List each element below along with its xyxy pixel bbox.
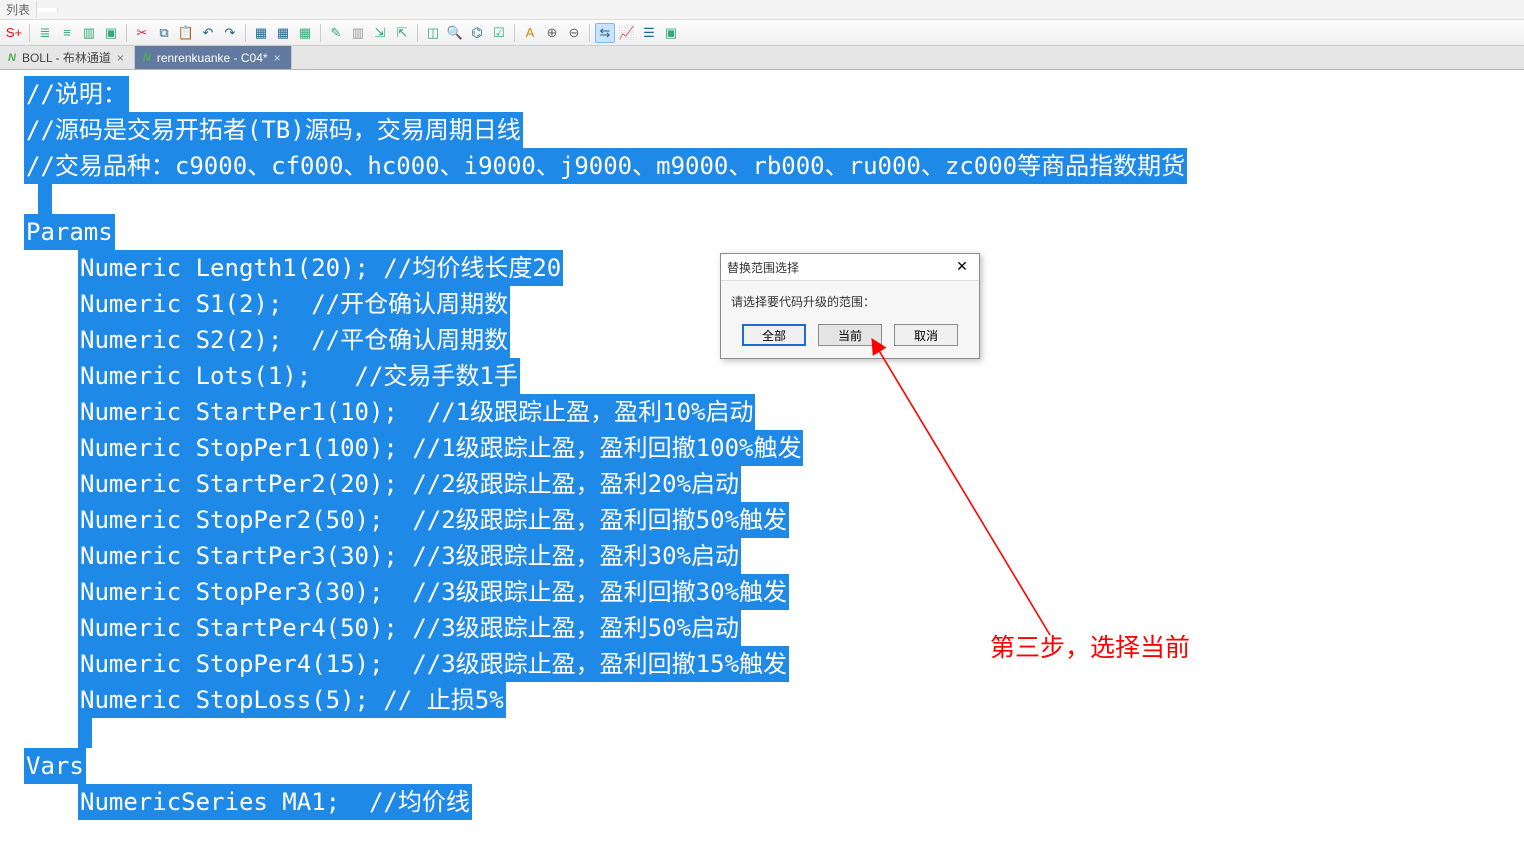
document-tab[interactable]: Nrenrenkuanke - C04* × (135, 46, 292, 69)
code-line[interactable]: //交易品种：c9000、cf000、hc000、i9000、j9000、m90… (2, 148, 1522, 184)
code-line[interactable]: Numeric StopPer3(30); //3级跟踪止盈，盈利回撤30%触发 (2, 574, 1522, 610)
code-text: Numeric S2(2); //平仓确认周期数 (78, 322, 510, 358)
toolbar-separator (417, 24, 418, 42)
s-plus-icon[interactable]: S+ (4, 23, 24, 43)
list-select-icon[interactable]: ▥ (79, 23, 99, 43)
selection-marker (38, 184, 52, 214)
toolbar-separator (514, 24, 515, 42)
code-text: Numeric Lots(1); //交易手数1手 (78, 358, 520, 394)
annotation-text: 第三步，选择当前 (990, 628, 1190, 664)
toolbar-separator (589, 24, 590, 42)
script-icon: N (8, 52, 16, 64)
close-icon[interactable]: ✕ (951, 258, 973, 276)
all-button[interactable]: 全部 (742, 324, 806, 346)
document-tab-label: renrenkuanke - C04* (157, 51, 268, 65)
paste-icon[interactable]: 📋 (176, 23, 196, 43)
toolbar-separator (29, 24, 30, 42)
dialog-message: 请选择要代码升级的范围： (721, 281, 979, 316)
code-text: //交易品种：c9000、cf000、hc000、i9000、j9000、m90… (24, 148, 1187, 184)
main-toolbar: S+≣≡▥▣✂⧉📋↶↷▦▦▦✎▥⇲⇱◫🔍⌬☑A⊕⊖⇆📈☰▣ (0, 20, 1524, 46)
code-line[interactable]: Numeric StopPer2(50); //2级跟踪止盈，盈利回撤50%触发 (2, 502, 1522, 538)
code-line[interactable]: Numeric Lots(1); //交易手数1手 (2, 358, 1522, 394)
code-text: Numeric StopPer3(30); //3级跟踪止盈，盈利回撤30%触发 (78, 574, 789, 610)
check-doc-icon[interactable]: ☑ (489, 23, 509, 43)
toolbar-separator (126, 24, 127, 42)
dialog-title-text: 替换范围选择 (727, 259, 799, 276)
zoom-icon[interactable]: 🔍 (445, 23, 465, 43)
code-line[interactable]: Numeric StopLoss(5); // 止损5% (2, 682, 1522, 718)
redo-icon[interactable]: ↷ (220, 23, 240, 43)
grid-2-icon[interactable]: ▦ (273, 23, 293, 43)
cancel-button[interactable]: 取消 (894, 324, 958, 346)
chart-icon[interactable]: ◫ (423, 23, 443, 43)
cut-icon[interactable]: ✂ (132, 23, 152, 43)
code-line[interactable]: Vars (2, 748, 1522, 784)
target-icon[interactable]: ▣ (661, 23, 681, 43)
mag-plus-icon[interactable]: ⊕ (542, 23, 562, 43)
code-line[interactable]: //源码是交易开拓者(TB)源码，交易周期日线 (2, 112, 1522, 148)
list-2-icon[interactable]: ≡ (57, 23, 77, 43)
close-icon[interactable]: × (274, 51, 281, 65)
toolbar-separator (320, 24, 321, 42)
code-text: NumericSeries MA1; //均价线 (78, 784, 472, 820)
code-text: Params (24, 214, 115, 250)
document-tab-bar: N BOLL - 布林通道 × Nrenrenkuanke - C04* × (0, 46, 1524, 70)
code-text: Numeric StopPer1(100); //1级跟踪止盈，盈利回撤100%… (78, 430, 803, 466)
code-text: Numeric Length1(20); //均价线长度20 (78, 250, 563, 286)
copy-icon[interactable]: ⧉ (154, 23, 174, 43)
code-text: //源码是交易开拓者(TB)源码，交易周期日线 (24, 112, 523, 148)
script-icon: N (143, 52, 151, 64)
export-icon[interactable]: ⇱ (392, 23, 412, 43)
grid-1-icon[interactable]: ▦ (251, 23, 271, 43)
code-line[interactable]: Numeric StopPer1(100); //1级跟踪止盈，盈利回撤100%… (2, 430, 1522, 466)
code-text: Numeric S1(2); //开仓确认周期数 (78, 286, 510, 322)
top-tab-active[interactable] (37, 8, 58, 12)
text-a-icon[interactable]: A (520, 23, 540, 43)
top-tab-strip: 列表 (0, 0, 1524, 20)
edit-green-icon[interactable]: ✎ (326, 23, 346, 43)
document-tab[interactable]: N BOLL - 布林通道 × (0, 46, 135, 69)
select-rect-icon[interactable]: ▣ (101, 23, 121, 43)
code-line[interactable]: Numeric StopPer4(15); //3级跟踪止盈，盈利回撤15%触发 (2, 646, 1522, 682)
code-line[interactable]: NumericSeries MA1; //均价线 (2, 784, 1522, 820)
doc-icon[interactable]: ▥ (348, 23, 368, 43)
code-line[interactable] (2, 184, 1522, 214)
replace-scope-dialog: 替换范围选择 ✕ 请选择要代码升级的范围： 全部 当前 取消 (720, 253, 980, 359)
dialog-button-row: 全部 当前 取消 (721, 316, 979, 358)
code-text: Numeric StopLoss(5); // 止损5% (78, 682, 506, 718)
code-text: Numeric StopPer4(15); //3级跟踪止盈，盈利回撤15%触发 (78, 646, 789, 682)
code-line[interactable]: Numeric StartPer2(20); //2级跟踪止盈，盈利20%启动 (2, 466, 1522, 502)
toolbar-separator (245, 24, 246, 42)
dialog-titlebar: 替换范围选择 ✕ (721, 254, 979, 281)
code-line[interactable] (2, 718, 1522, 748)
code-text: //说明： (24, 76, 129, 112)
blocks-icon[interactable]: ▦ (295, 23, 315, 43)
code-text: Numeric StartPer3(30); //3级跟踪止盈，盈利30%启动 (78, 538, 741, 574)
code-line[interactable]: Params (2, 214, 1522, 250)
mag-minus-icon[interactable]: ⊖ (564, 23, 584, 43)
rules-icon[interactable]: ☰ (639, 23, 659, 43)
code-text: Numeric StartPer4(50); //3级跟踪止盈，盈利50%启动 (78, 610, 741, 646)
selection-marker (78, 718, 92, 748)
code-text: Numeric StopPer2(50); //2级跟踪止盈，盈利回撤50%触发 (78, 502, 789, 538)
line-chart-icon[interactable]: 📈 (617, 23, 637, 43)
code-line[interactable]: Numeric StartPer3(30); //3级跟踪止盈，盈利30%启动 (2, 538, 1522, 574)
partial-left-tab[interactable]: 列表 (0, 1, 37, 18)
code-text: Numeric StartPer2(20); //2级跟踪止盈，盈利20%启动 (78, 466, 741, 502)
code-editor[interactable]: //说明：//源码是交易开拓者(TB)源码，交易周期日线//交易品种：c9000… (0, 70, 1524, 822)
code-line[interactable]: Numeric StartPer4(50); //3级跟踪止盈，盈利50%启动 (2, 610, 1522, 646)
tree-icon[interactable]: ⌬ (467, 23, 487, 43)
close-icon[interactable]: × (117, 51, 124, 65)
code-line[interactable]: //说明： (2, 76, 1522, 112)
list-1-icon[interactable]: ≣ (35, 23, 55, 43)
import-icon[interactable]: ⇲ (370, 23, 390, 43)
document-tab-label: BOLL - 布林通道 (22, 49, 111, 66)
undo-icon[interactable]: ↶ (198, 23, 218, 43)
code-line[interactable]: Numeric StartPer1(10); //1级跟踪止盈，盈利10%启动 (2, 394, 1522, 430)
current-button[interactable]: 当前 (818, 324, 882, 346)
code-text: Numeric StartPer1(10); //1级跟踪止盈，盈利10%启动 (78, 394, 755, 430)
code-text: Vars (24, 748, 86, 784)
sync-icon[interactable]: ⇆ (595, 23, 615, 43)
